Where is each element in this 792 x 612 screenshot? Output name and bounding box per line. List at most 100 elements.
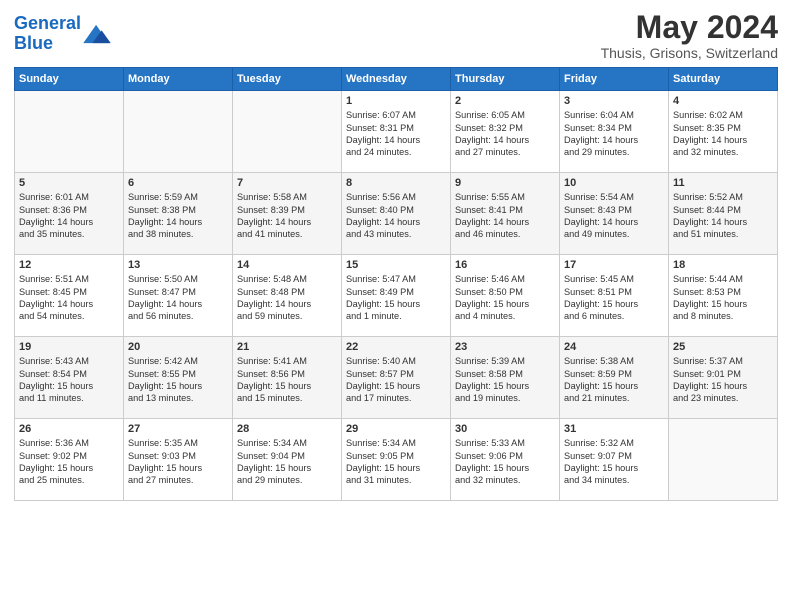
cell-text: Sunrise: 5:45 AMSunset: 8:51 PMDaylight:… [564, 273, 664, 323]
cell-text: Sunrise: 5:56 AMSunset: 8:40 PMDaylight:… [346, 191, 446, 241]
day-number: 5 [19, 177, 119, 189]
day-number: 9 [455, 177, 555, 189]
day-number: 16 [455, 259, 555, 271]
cell-text: Sunrise: 5:44 AMSunset: 8:53 PMDaylight:… [673, 273, 773, 323]
calendar-header-row: Sunday Monday Tuesday Wednesday Thursday… [15, 68, 778, 91]
table-row: 23 Sunrise: 5:39 AMSunset: 8:58 PMDayligh… [451, 337, 560, 419]
cell-text: Sunrise: 5:32 AMSunset: 9:07 PMDaylight:… [564, 437, 664, 487]
table-row: 5 Sunrise: 6:01 AMSunset: 8:36 PMDaylight… [15, 173, 124, 255]
cell-text: Sunrise: 5:36 AMSunset: 9:02 PMDaylight:… [19, 437, 119, 487]
day-number: 24 [564, 341, 664, 353]
day-number: 10 [564, 177, 664, 189]
table-row [15, 91, 124, 173]
cell-text: Sunrise: 5:51 AMSunset: 8:45 PMDaylight:… [19, 273, 119, 323]
table-row: 18 Sunrise: 5:44 AMSunset: 8:53 PMDayligh… [669, 255, 778, 337]
cell-text: Sunrise: 5:47 AMSunset: 8:49 PMDaylight:… [346, 273, 446, 323]
table-row: 28 Sunrise: 5:34 AMSunset: 9:04 PMDayligh… [233, 419, 342, 501]
day-number: 13 [128, 259, 228, 271]
table-row: 25 Sunrise: 5:37 AMSunset: 9:01 PMDayligh… [669, 337, 778, 419]
table-row: 30 Sunrise: 5:33 AMSunset: 9:06 PMDayligh… [451, 419, 560, 501]
day-number: 27 [128, 423, 228, 435]
cell-text: Sunrise: 5:41 AMSunset: 8:56 PMDaylight:… [237, 355, 337, 405]
calendar-week-5: 26 Sunrise: 5:36 AMSunset: 9:02 PMDayligh… [15, 419, 778, 501]
table-row: 29 Sunrise: 5:34 AMSunset: 9:05 PMDayligh… [342, 419, 451, 501]
cell-text: Sunrise: 6:04 AMSunset: 8:34 PMDaylight:… [564, 109, 664, 159]
cell-text: Sunrise: 5:54 AMSunset: 8:43 PMDaylight:… [564, 191, 664, 241]
cell-text: Sunrise: 5:40 AMSunset: 8:57 PMDaylight:… [346, 355, 446, 405]
header-friday: Friday [560, 68, 669, 91]
day-number: 17 [564, 259, 664, 271]
logo-icon [83, 23, 111, 45]
cell-text: Sunrise: 5:34 AMSunset: 9:04 PMDaylight:… [237, 437, 337, 487]
table-row: 10 Sunrise: 5:54 AMSunset: 8:43 PMDayligh… [560, 173, 669, 255]
table-row: 8 Sunrise: 5:56 AMSunset: 8:40 PMDaylight… [342, 173, 451, 255]
calendar-week-4: 19Sunrise: 5:43 AMSunset: 8:54 PMDayligh… [15, 337, 778, 419]
calendar-week-2: 5 Sunrise: 6:01 AMSunset: 8:36 PMDaylight… [15, 173, 778, 255]
cell-text: Sunrise: 5:39 AMSunset: 8:58 PMDaylight:… [455, 355, 555, 405]
header-monday: Monday [124, 68, 233, 91]
table-row: 31Sunrise: 5:32 AMSunset: 9:07 PMDayligh… [560, 419, 669, 501]
day-number: 21 [237, 341, 337, 353]
table-row: 3Sunrise: 6:04 AMSunset: 8:34 PMDaylight… [560, 91, 669, 173]
cell-text: Sunrise: 5:52 AMSunset: 8:44 PMDaylight:… [673, 191, 773, 241]
table-row: 19Sunrise: 5:43 AMSunset: 8:54 PMDayligh… [15, 337, 124, 419]
day-number: 25 [673, 341, 773, 353]
logo-text: GeneralBlue [14, 14, 81, 54]
calendar-week-1: 1 Sunrise: 6:07 AMSunset: 8:31 PMDaylight… [15, 91, 778, 173]
calendar-week-3: 12 Sunrise: 5:51 AMSunset: 8:45 PMDayligh… [15, 255, 778, 337]
day-number: 4 [673, 95, 773, 107]
table-row: 22 Sunrise: 5:40 AMSunset: 8:57 PMDayligh… [342, 337, 451, 419]
table-row: 1 Sunrise: 6:07 AMSunset: 8:31 PMDaylight… [342, 91, 451, 173]
cell-text: Sunrise: 5:43 AMSunset: 8:54 PMDaylight:… [19, 355, 119, 405]
table-row: 21 Sunrise: 5:41 AMSunset: 8:56 PMDayligh… [233, 337, 342, 419]
day-number: 18 [673, 259, 773, 271]
cell-text: Sunrise: 5:33 AMSunset: 9:06 PMDaylight:… [455, 437, 555, 487]
table-row [233, 91, 342, 173]
header-row: GeneralBlue May 2024 Thusis, Grisons, Sw… [14, 10, 778, 61]
cell-text: Sunrise: 5:46 AMSunset: 8:50 PMDaylight:… [455, 273, 555, 323]
cell-text: Sunrise: 5:38 AMSunset: 8:59 PMDaylight:… [564, 355, 664, 405]
table-row: 14 Sunrise: 5:48 AMSunset: 8:48 PMDayligh… [233, 255, 342, 337]
day-number: 30 [455, 423, 555, 435]
day-number: 29 [346, 423, 446, 435]
day-number: 1 [346, 95, 446, 107]
table-row: 16 Sunrise: 5:46 AMSunset: 8:50 PMDayligh… [451, 255, 560, 337]
table-row: 12 Sunrise: 5:51 AMSunset: 8:45 PMDayligh… [15, 255, 124, 337]
table-row: 27 Sunrise: 5:35 AMSunset: 9:03 PMDayligh… [124, 419, 233, 501]
table-row: 9 Sunrise: 5:55 AMSunset: 8:41 PMDaylight… [451, 173, 560, 255]
subtitle: Thusis, Grisons, Switzerland [601, 45, 778, 61]
calendar-table: Sunday Monday Tuesday Wednesday Thursday… [14, 67, 778, 501]
table-row: 6 Sunrise: 5:59 AMSunset: 8:38 PMDaylight… [124, 173, 233, 255]
day-number: 6 [128, 177, 228, 189]
cell-text: Sunrise: 5:50 AMSunset: 8:47 PMDaylight:… [128, 273, 228, 323]
cell-text: Sunrise: 5:55 AMSunset: 8:41 PMDaylight:… [455, 191, 555, 241]
table-row: 20Sunrise: 5:42 AMSunset: 8:55 PMDayligh… [124, 337, 233, 419]
cell-text: Sunrise: 6:02 AMSunset: 8:35 PMDaylight:… [673, 109, 773, 159]
main-container: GeneralBlue May 2024 Thusis, Grisons, Sw… [0, 0, 792, 509]
cell-text: Sunrise: 5:48 AMSunset: 8:48 PMDaylight:… [237, 273, 337, 323]
day-number: 28 [237, 423, 337, 435]
day-number: 12 [19, 259, 119, 271]
header-thursday: Thursday [451, 68, 560, 91]
header-tuesday: Tuesday [233, 68, 342, 91]
cell-text: Sunrise: 5:34 AMSunset: 9:05 PMDaylight:… [346, 437, 446, 487]
day-number: 23 [455, 341, 555, 353]
day-number: 11 [673, 177, 773, 189]
header-saturday: Saturday [669, 68, 778, 91]
cell-text: Sunrise: 5:58 AMSunset: 8:39 PMDaylight:… [237, 191, 337, 241]
day-number: 26 [19, 423, 119, 435]
header-sunday: Sunday [15, 68, 124, 91]
cell-text: Sunrise: 6:07 AMSunset: 8:31 PMDaylight:… [346, 109, 446, 159]
cell-text: Sunrise: 5:37 AMSunset: 9:01 PMDaylight:… [673, 355, 773, 405]
cell-text: Sunrise: 5:59 AMSunset: 8:38 PMDaylight:… [128, 191, 228, 241]
header-wednesday: Wednesday [342, 68, 451, 91]
cell-text: Sunrise: 6:01 AMSunset: 8:36 PMDaylight:… [19, 191, 119, 241]
table-row: 15Sunrise: 5:47 AMSunset: 8:49 PMDayligh… [342, 255, 451, 337]
table-row: 13 Sunrise: 5:50 AMSunset: 8:47 PMDayligh… [124, 255, 233, 337]
table-row [669, 419, 778, 501]
day-number: 8 [346, 177, 446, 189]
day-number: 22 [346, 341, 446, 353]
cell-text: Sunrise: 5:35 AMSunset: 9:03 PMDaylight:… [128, 437, 228, 487]
day-number: 7 [237, 177, 337, 189]
day-number: 14 [237, 259, 337, 271]
